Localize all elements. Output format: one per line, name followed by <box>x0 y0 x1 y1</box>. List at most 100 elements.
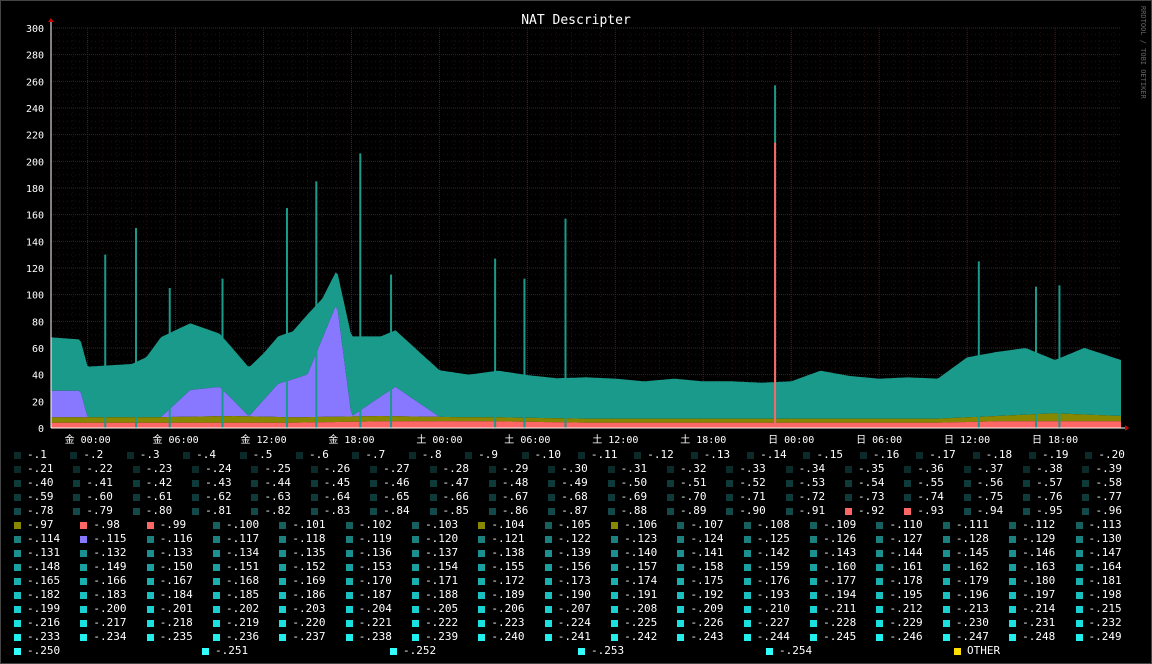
legend-label: -.86 <box>501 504 529 517</box>
legend-swatch <box>611 535 619 543</box>
legend-label: -.28 <box>442 462 470 475</box>
legend-item: -.252 <box>390 644 578 658</box>
legend-item: -.5 <box>239 448 296 462</box>
legend-item: -.70 <box>666 490 726 504</box>
legend-label: -.204 <box>358 602 392 615</box>
legend-swatch <box>845 493 853 501</box>
legend-swatch <box>192 465 200 473</box>
legend-swatch <box>1075 535 1083 543</box>
legend-swatch <box>916 451 924 459</box>
legend-label: -.131 <box>27 546 61 559</box>
legend-swatch <box>810 521 818 529</box>
legend-label: -.244 <box>756 630 790 643</box>
legend-swatch <box>80 521 88 529</box>
legend-swatch <box>412 521 420 529</box>
legend-item: -.169 <box>279 574 345 588</box>
x-tick-label: 土 18:00 <box>680 433 726 446</box>
legend-swatch <box>876 549 884 557</box>
legend-item: -.45 <box>310 476 370 490</box>
legend-item: -.112 <box>1009 518 1075 532</box>
legend-label: -.150 <box>159 560 193 573</box>
legend-swatch <box>876 535 884 543</box>
legend-swatch <box>544 619 552 627</box>
legend-swatch <box>345 633 353 641</box>
legend-item: -.30 <box>548 462 607 476</box>
legend-label: -.91 <box>798 504 826 517</box>
legend-item: -.167 <box>146 574 213 588</box>
legend-swatch <box>904 507 912 515</box>
legend-label: -.88 <box>620 504 648 517</box>
legend-item: -.134 <box>213 546 279 560</box>
legend-label: -.172 <box>491 574 525 587</box>
legend-item: -.220 <box>279 616 345 630</box>
legend-item: -.172 <box>478 574 544 588</box>
legend-row: -.59 -.60 -.61 -.62 -.63 -.64 -.65 -.66 -.67 -.68… <box>14 490 1142 504</box>
legend-item: -.7 <box>352 448 408 462</box>
y-tick-label: 240 <box>26 104 44 115</box>
legend-swatch <box>279 535 287 543</box>
legend-item: -.159 <box>743 560 810 574</box>
legend-label: -.66 <box>442 490 470 503</box>
legend-label: -.43 <box>205 476 232 489</box>
legend-item: -.144 <box>876 546 942 560</box>
legend-row: -.165 -.166 -.167 -.168 -.169 -.170 -.171 -.172… <box>14 574 1142 588</box>
legend-label: -.27 <box>383 462 410 475</box>
legend-swatch <box>213 591 221 599</box>
y-tick-label: 60 <box>32 344 44 355</box>
legend-label: -.203 <box>292 602 326 615</box>
legend-label: -.190 <box>557 588 591 601</box>
legend-item: -.96 <box>1082 504 1141 518</box>
legend-label: -.167 <box>159 574 193 587</box>
legend-item: -.109 <box>810 518 876 532</box>
legend-swatch <box>213 619 221 627</box>
legend-swatch <box>677 521 685 529</box>
legend-label: -.104 <box>491 518 525 531</box>
legend-label: -.248 <box>1022 630 1056 643</box>
legend-label: -.64 <box>323 490 351 503</box>
legend-item: -.11 <box>577 448 634 462</box>
legend-item: -.26 <box>310 462 370 476</box>
legend-item: -.75 <box>963 490 1023 504</box>
legend-item: -.111 <box>942 518 1009 532</box>
legend-item: -.156 <box>544 560 611 574</box>
legend-item: -.228 <box>810 616 876 630</box>
legend-item: -.190 <box>544 588 611 602</box>
legend-label: -.94 <box>976 504 1004 517</box>
legend-label: -.132 <box>93 546 127 559</box>
legend-item: -.161 <box>876 560 942 574</box>
legend-label: -.47 <box>442 476 470 489</box>
legend-label: -.164 <box>1088 560 1122 573</box>
legend-item: -.117 <box>213 532 279 546</box>
legend-label: -.50 <box>620 476 648 489</box>
legend-label: -.103 <box>425 518 459 531</box>
legend-label: -.193 <box>756 588 790 601</box>
legend-row: -.250 -.251 -.252 -.253 -.254 OTHER <box>14 644 1142 658</box>
legend-swatch <box>478 591 486 599</box>
legend-swatch <box>1075 619 1083 627</box>
legend-item: -.226 <box>677 616 743 630</box>
legend-label: -.157 <box>624 560 658 573</box>
legend-item: -.184 <box>146 588 213 602</box>
legend-label: -.75 <box>976 490 1004 503</box>
legend-swatch <box>279 521 287 529</box>
legend-swatch <box>544 549 552 557</box>
legend-item: -.193 <box>743 588 810 602</box>
legend-label: -.18 <box>985 448 1013 461</box>
x-tick-label: 金 18:00 <box>328 433 374 446</box>
legend-label: -.68 <box>561 490 588 503</box>
legend-item: -.251 <box>202 644 390 658</box>
legend-label: -.226 <box>690 616 724 629</box>
legend-label: -.198 <box>1088 588 1122 601</box>
legend-item: -.205 <box>412 602 478 616</box>
legend-item: -.51 <box>666 476 726 490</box>
legend-label: -.85 <box>442 504 470 517</box>
legend-swatch <box>412 577 420 585</box>
legend-swatch <box>743 633 751 641</box>
legend-item: -.146 <box>1009 546 1075 560</box>
legend-label: -.69 <box>620 490 648 503</box>
legend-item: -.36 <box>904 462 963 476</box>
legend-item: -.22 <box>73 462 132 476</box>
legend-swatch <box>192 493 200 501</box>
legend-label: -.97 <box>27 518 54 531</box>
legend-swatch <box>677 563 685 571</box>
